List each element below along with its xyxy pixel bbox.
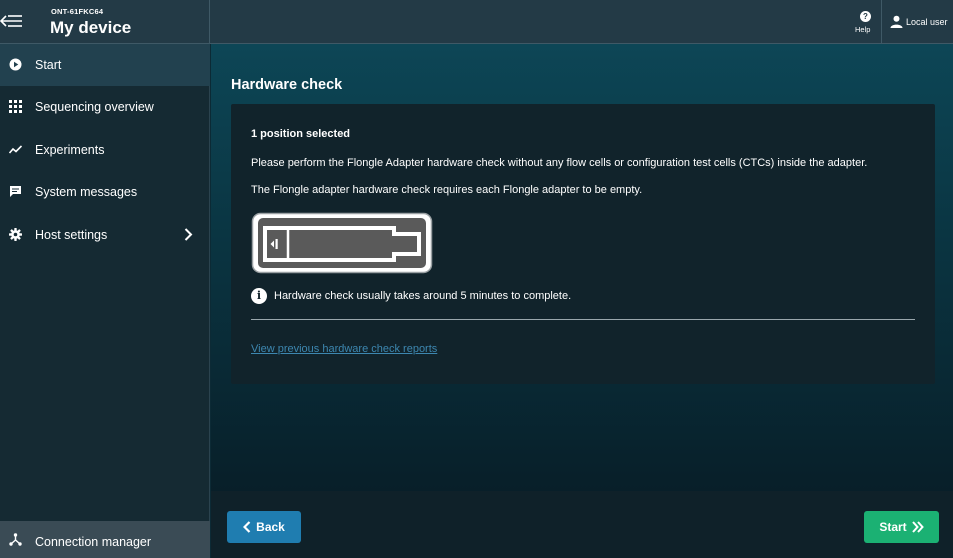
sidebar-item-start[interactable]: Start <box>0 44 210 86</box>
sidebar-item-host-settings[interactable]: Host settings <box>0 214 210 256</box>
grid-icon <box>9 100 22 113</box>
message-icon <box>10 186 21 197</box>
back-button[interactable]: Back <box>227 511 301 543</box>
sidebar-item-label: System messages <box>35 185 138 199</box>
menu-collapse-icon <box>0 15 22 27</box>
footer-bar: Back Start <box>211 491 953 558</box>
menu-collapse-button[interactable] <box>0 6 26 36</box>
chevron-right-icon <box>184 228 193 241</box>
duration-info-text: Hardware check usually takes around 5 mi… <box>274 290 572 302</box>
sidebar-item-sequencing-overview[interactable]: Sequencing overview <box>0 86 210 128</box>
double-chevron-right-icon <box>911 521 924 533</box>
device-name: My device <box>50 18 132 37</box>
sidebar-item-label: Sequencing overview <box>35 100 154 114</box>
help-label: Help <box>855 25 871 34</box>
hardware-check-card: 1 position selected Please perform the F… <box>231 104 935 384</box>
trend-icon <box>9 145 22 154</box>
sidebar-item-label: Connection manager <box>35 535 152 549</box>
play-icon <box>9 58 22 71</box>
sidebar-item-connection-manager[interactable]: Connection manager <box>0 521 210 558</box>
main-content: Hardware check 1 position selected Pleas… <box>211 44 953 491</box>
sidebar-item-system-messages[interactable]: System messages <box>0 171 210 213</box>
device-header: ONT-61FKC64 My device <box>0 0 210 44</box>
chevron-left-icon <box>243 521 251 533</box>
instruction-text: The Flongle adapter hardware check requi… <box>251 184 643 196</box>
help-icon: ? <box>860 11 871 22</box>
info-icon: i <box>251 288 267 304</box>
divider <box>251 319 915 320</box>
help-button[interactable]: ? Help <box>849 0 881 44</box>
start-button-label: Start <box>879 520 907 534</box>
instruction-text: Please perform the Flongle Adapter hardw… <box>251 157 868 169</box>
page-title: Hardware check <box>231 77 343 93</box>
positions-selected-text: 1 position selected <box>251 128 351 140</box>
sidebar-item-experiments[interactable]: Experiments <box>0 129 210 171</box>
sidebar-item-label: Host settings <box>35 228 108 242</box>
device-id: ONT-61FKC64 <box>51 7 104 16</box>
sidebar-item-label: Start <box>35 58 62 72</box>
start-button[interactable]: Start <box>864 511 939 543</box>
gear-icon <box>9 228 22 241</box>
back-button-label: Back <box>256 520 285 534</box>
top-bar: ONT-61FKC64 My device ? Help Local user <box>0 0 953 44</box>
sidebar: Start Sequencing overview Experiments Sy… <box>0 44 210 558</box>
network-icon <box>9 533 22 546</box>
user-icon <box>890 15 903 28</box>
sidebar-item-label: Experiments <box>35 143 105 157</box>
user-menu[interactable]: Local user <box>881 0 953 44</box>
user-label: Local user <box>906 17 948 27</box>
view-previous-reports-link[interactable]: View previous hardware check reports <box>251 343 437 355</box>
flongle-adapter-illustration <box>251 212 433 274</box>
